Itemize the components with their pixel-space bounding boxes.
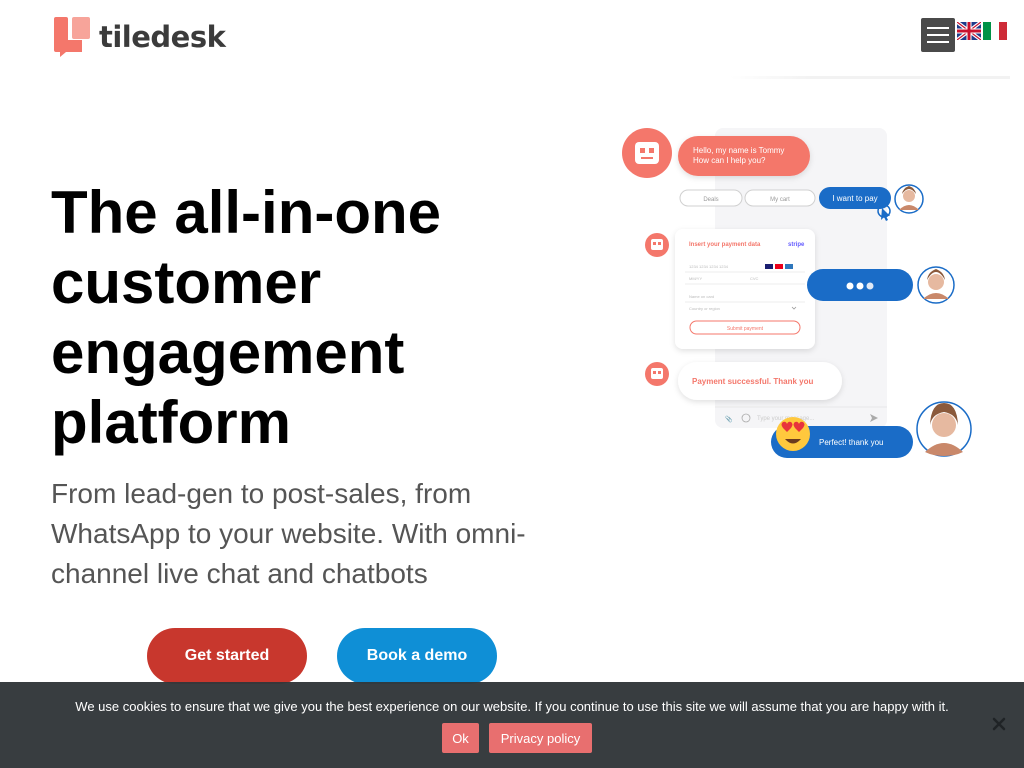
en-flag-icon[interactable]	[957, 22, 981, 40]
user-avatar-2	[917, 266, 955, 304]
heart-eyes-emoji-icon	[776, 417, 810, 451]
hero-title: The all-in-one customer engagement platf…	[51, 179, 441, 456]
chat-illustration: Hello, my name is Tommy How can I help y…	[622, 128, 972, 458]
bot-small-icon-1	[645, 233, 669, 257]
bot-avatar-icon	[622, 128, 672, 178]
stripe-label: stripe	[788, 242, 805, 248]
payment-form-title: Insert your payment data	[689, 242, 761, 248]
name-field: Name on card	[689, 294, 714, 299]
country-field: Country or region	[689, 306, 720, 311]
hero-subtitle: From lead-gen to post-sales, from WhatsA…	[51, 478, 526, 589]
bot-small-icon-2	[645, 362, 669, 386]
card-number-field: 1234 1234 1234 1234	[689, 264, 729, 269]
privacy-policy-button[interactable]: Privacy policy	[489, 723, 592, 753]
quick-reply-deals: Deals	[703, 197, 718, 203]
user-avatar-3	[916, 401, 972, 457]
expiry-field: MM/YY	[689, 276, 702, 281]
quick-reply-cart: My cart	[770, 197, 790, 203]
tiledesk-logo-icon	[54, 17, 90, 57]
logo[interactable]: tiledesk	[53, 16, 226, 58]
get-started-button[interactable]: Get started	[147, 628, 307, 684]
cvc-field: CVC	[750, 276, 759, 281]
user-reply-message: Perfect! thank you	[819, 438, 883, 447]
quick-reply-pay: I want to pay	[832, 194, 877, 203]
cookie-message: We use cookies to ensure that we give yo…	[75, 699, 949, 714]
hamburger-icon	[927, 27, 949, 29]
submit-payment-button: Submit payment	[727, 326, 764, 332]
user-avatar-1	[894, 184, 924, 214]
bot-greeting-line1: Hello, my name is Tommy	[693, 146, 784, 155]
cookie-banner: We use cookies to ensure that we give yo…	[0, 682, 1024, 768]
hamburger-menu-button[interactable]	[921, 18, 955, 52]
it-flag-icon[interactable]	[983, 22, 1007, 40]
cookie-ok-button[interactable]: Ok	[442, 723, 479, 753]
paperclip-icon: 📎	[725, 415, 733, 423]
bot-greeting-line2: How can I help you?	[693, 156, 766, 165]
close-icon[interactable]	[991, 716, 1007, 732]
payment-success-message: Payment successful. Thank you	[692, 377, 813, 386]
header-divider	[730, 76, 1010, 79]
logo-text: tiledesk	[99, 20, 226, 54]
book-demo-button[interactable]: Book a demo	[337, 628, 497, 684]
